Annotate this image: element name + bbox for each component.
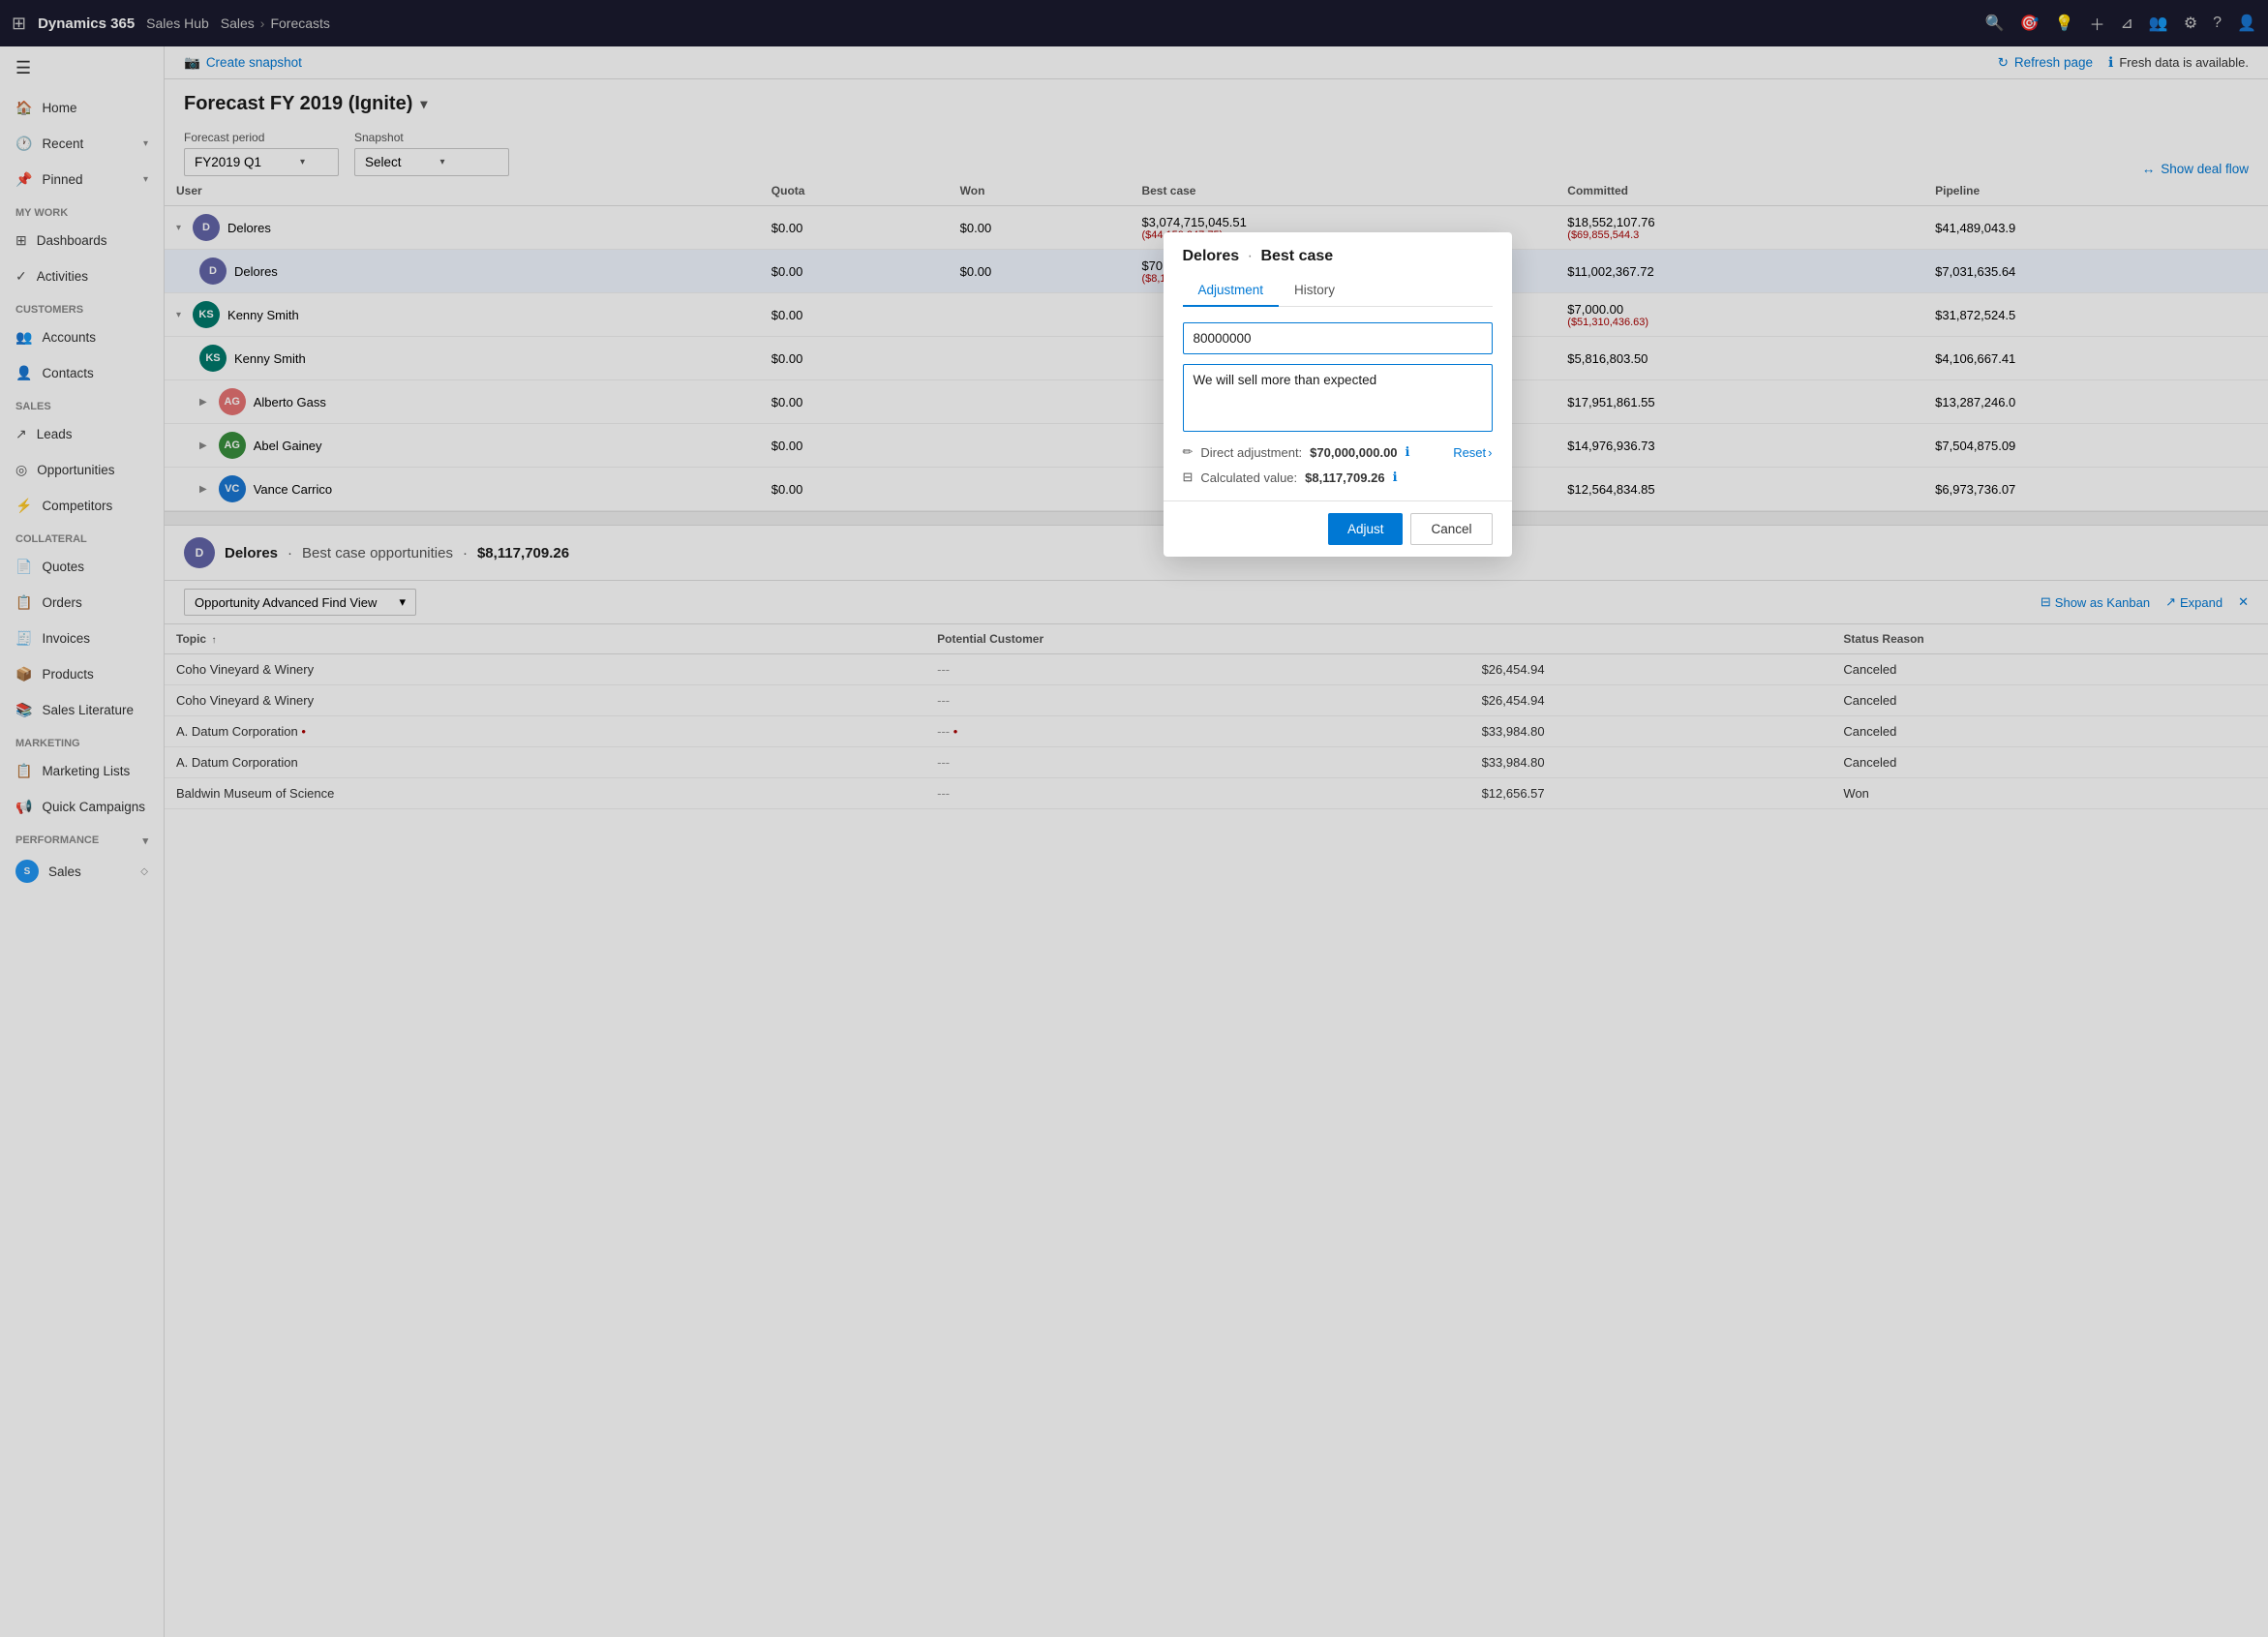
tab-adjustment[interactable]: Adjustment: [1183, 275, 1280, 307]
modal-title-field: Best case: [1260, 248, 1333, 264]
tab-history[interactable]: History: [1279, 275, 1350, 307]
pencil-icon: ✏: [1183, 444, 1194, 460]
adjust-button[interactable]: Adjust: [1328, 513, 1404, 545]
modal-backdrop: Delores · Best case Adjustment History W…: [0, 0, 2268, 1637]
modal-title: Delores · Best case: [1183, 248, 1493, 265]
modal-body: We will sell more than expected ✏ Direct…: [1164, 307, 1512, 500]
adjustment-modal: Delores · Best case Adjustment History W…: [1164, 232, 1512, 557]
calculated-value-row: ⊟ Calculated value: $8,117,709.26 ℹ: [1183, 470, 1493, 485]
reset-button[interactable]: Reset ›: [1453, 445, 1492, 460]
direct-value: $70,000,000.00: [1310, 445, 1397, 460]
modal-title-user: Delores: [1183, 248, 1240, 264]
modal-title-dot: ·: [1248, 248, 1253, 264]
modal-tabs: Adjustment History: [1183, 275, 1493, 307]
amount-input[interactable]: [1183, 322, 1493, 354]
direct-adjustment-row: ✏ Direct adjustment: $70,000,000.00 ℹ Re…: [1183, 444, 1493, 460]
modal-footer: Adjust Cancel: [1164, 500, 1512, 557]
cancel-button[interactable]: Cancel: [1410, 513, 1492, 545]
modal-header: Delores · Best case Adjustment History: [1164, 232, 1512, 307]
calc-icon: ⊟: [1183, 470, 1194, 485]
note-textarea[interactable]: We will sell more than expected: [1183, 364, 1493, 432]
reset-chevron-icon: ›: [1488, 445, 1492, 460]
calculated-info-icon[interactable]: ℹ: [1393, 470, 1398, 485]
direct-info-icon[interactable]: ℹ: [1406, 444, 1410, 460]
direct-label: Direct adjustment:: [1200, 445, 1302, 460]
calculated-value: $8,117,709.26: [1305, 470, 1384, 485]
reset-label: Reset: [1453, 445, 1486, 460]
calculated-label: Calculated value:: [1200, 470, 1297, 485]
